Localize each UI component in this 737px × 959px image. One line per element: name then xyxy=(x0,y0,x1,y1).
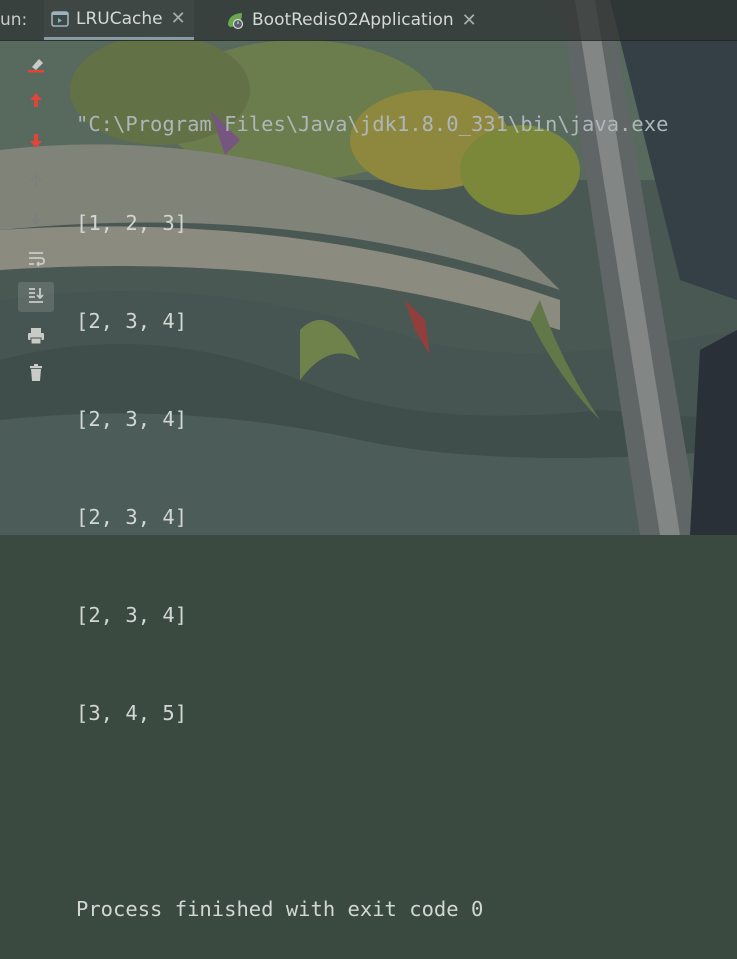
scroll-up-icon xyxy=(26,171,46,195)
console-output[interactable]: "C:\Program Files\Java\jdk1.8.0_331\bin\… xyxy=(76,43,737,959)
print-button[interactable] xyxy=(18,323,54,353)
next-occurrence-button[interactable] xyxy=(18,128,54,158)
tab-bootredis02application[interactable]: BootRedis02Application ✕ xyxy=(218,0,478,40)
soft-wrap-icon xyxy=(26,248,46,272)
clear-all-button[interactable] xyxy=(18,52,54,82)
console-toolbar xyxy=(18,40,56,535)
next-occurrence-icon xyxy=(26,131,46,155)
scroll-to-end-icon xyxy=(26,285,46,309)
scroll-down-icon xyxy=(26,208,46,232)
delete-icon xyxy=(26,363,46,387)
console-line: [3, 4, 5] xyxy=(76,701,188,726)
console-line: [1, 2, 3] xyxy=(76,210,188,235)
application-icon xyxy=(50,8,70,30)
previous-occurrence-icon xyxy=(26,90,46,114)
console-command-line: "C:\Program Files\Java\jdk1.8.0_331\bin\… xyxy=(76,112,669,137)
run-panel-label: un: xyxy=(0,10,28,30)
spring-boot-icon xyxy=(224,9,246,31)
scroll-down-button[interactable] xyxy=(18,205,54,235)
tab-label: LRUCache xyxy=(76,8,163,29)
console-line: [2, 3, 4] xyxy=(76,406,188,431)
delete-button[interactable] xyxy=(18,360,54,390)
tab-lrucache[interactable]: LRUCache ✕ xyxy=(44,0,194,40)
console-line: [2, 3, 4] xyxy=(76,504,188,529)
tab-label: BootRedis02Application xyxy=(252,10,454,30)
clear-all-icon xyxy=(26,55,46,79)
console-line: [2, 3, 4] xyxy=(76,308,188,333)
close-icon[interactable]: ✕ xyxy=(462,10,477,31)
scroll-up-button[interactable] xyxy=(18,168,54,198)
print-icon xyxy=(26,326,46,350)
previous-occurrence-button[interactable] xyxy=(18,87,54,117)
run-tab-bar: un: LRUCache ✕ BootRedis02Application ✕ xyxy=(0,0,737,41)
console-exit-message: Process finished with exit code 0 xyxy=(76,897,484,922)
soft-wrap-button[interactable] xyxy=(18,245,54,275)
scroll-to-end-button[interactable] xyxy=(18,282,54,312)
close-icon[interactable]: ✕ xyxy=(171,8,186,29)
console-line: [2, 3, 4] xyxy=(76,602,188,627)
